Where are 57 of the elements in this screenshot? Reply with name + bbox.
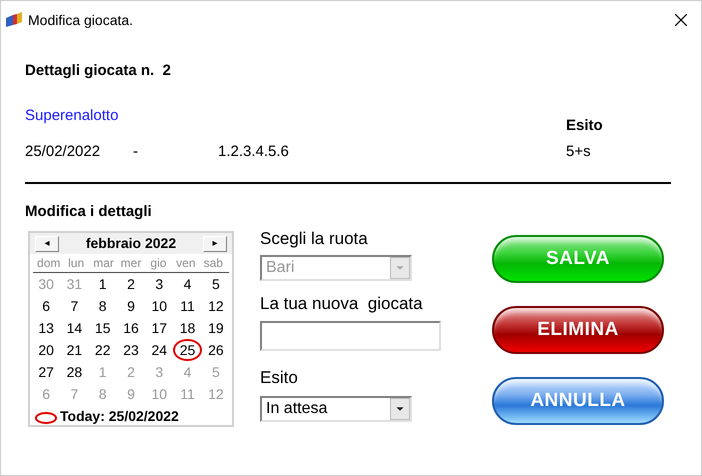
month-title: febbraio 2022 [86, 234, 176, 253]
calendar-day[interactable]: 15 [88, 317, 117, 339]
today-link[interactable]: Today: 25/02/2022 [60, 406, 179, 427]
calendar-day[interactable]: 16 [116, 317, 146, 339]
calendar-day[interactable]: 23 [116, 339, 146, 361]
dropdown[interactable]: In attesa [260, 396, 412, 422]
calendar-day[interactable]: 21 [60, 339, 89, 361]
weekday-label: dom [36, 255, 62, 272]
calendar-day[interactable]: 24 [145, 339, 174, 361]
weekday-label: sab [202, 255, 224, 272]
app-icon [5, 12, 23, 28]
calendar-day[interactable]: 13 [32, 317, 60, 339]
action-button[interactable]: ELIMINA [492, 306, 664, 354]
calendar-day[interactable]: 17 [145, 317, 174, 339]
edit-heading: Modifica i dettagli [25, 202, 153, 222]
result-select-label: Esito [260, 368, 299, 388]
game-link[interactable]: Superenalotto [25, 106, 118, 126]
play-date: 25/02/2022 [25, 142, 102, 162]
calendar-day[interactable]: 20 [32, 339, 60, 361]
calendar-day[interactable]: 25 [173, 339, 202, 361]
calendar-day[interactable]: 2 [116, 273, 146, 295]
result-value: 5+s [566, 142, 592, 162]
calendar-day[interactable]: 8 [88, 295, 117, 317]
wheel-label: Scegli la ruota [260, 229, 369, 249]
calendar-day[interactable]: 9 [116, 295, 146, 317]
calendar-day[interactable]: 26 [202, 339, 230, 361]
weekday-label: lun [67, 255, 86, 272]
calendar-day[interactable]: 5 [202, 273, 230, 295]
details-heading: Dettagli giocata n. 2 [25, 61, 172, 81]
calendar-day[interactable]: 11 [173, 295, 202, 317]
result-label: Esito [566, 116, 603, 136]
weekday-label: mar [92, 255, 115, 272]
calendar-day[interactable]: 18 [173, 317, 202, 339]
today-circle-icon [34, 410, 58, 424]
calendar-day[interactable]: 12 [202, 295, 230, 317]
previous-month-button[interactable]: ◂ [35, 236, 59, 252]
separator-text: - [133, 142, 139, 162]
play-numbers: 1.2.3.4.5.6 [218, 142, 289, 162]
weekday-label: mer [120, 255, 142, 272]
close-icon[interactable] [675, 14, 687, 26]
weekday-label: gio [149, 255, 168, 272]
calendar-day[interactable]: 22 [88, 339, 117, 361]
calendar-day[interactable]: 6 [32, 295, 60, 317]
calendar-day[interactable]: 10 [145, 295, 174, 317]
window-title: Modifica giocata. [28, 10, 134, 30]
calendar-day[interactable]: 14 [60, 317, 89, 339]
weekday-label: ven [175, 255, 197, 272]
calendar-day[interactable]: 3 [145, 273, 174, 295]
calendar-day[interactable]: 4 [173, 273, 202, 295]
next-month-button[interactable]: ▸ [202, 236, 227, 252]
new-play-field[interactable] [260, 321, 441, 351]
calendar-day[interactable]: 28 [60, 361, 89, 383]
calendar-day[interactable]: 1 [88, 273, 117, 295]
calendar-day[interactable]: 7 [60, 295, 89, 317]
new-play-label: La tua nuova giocata [260, 294, 424, 314]
calendar-day[interactable]: 19 [202, 317, 230, 339]
calendar-day[interactable]: 27 [32, 361, 60, 383]
